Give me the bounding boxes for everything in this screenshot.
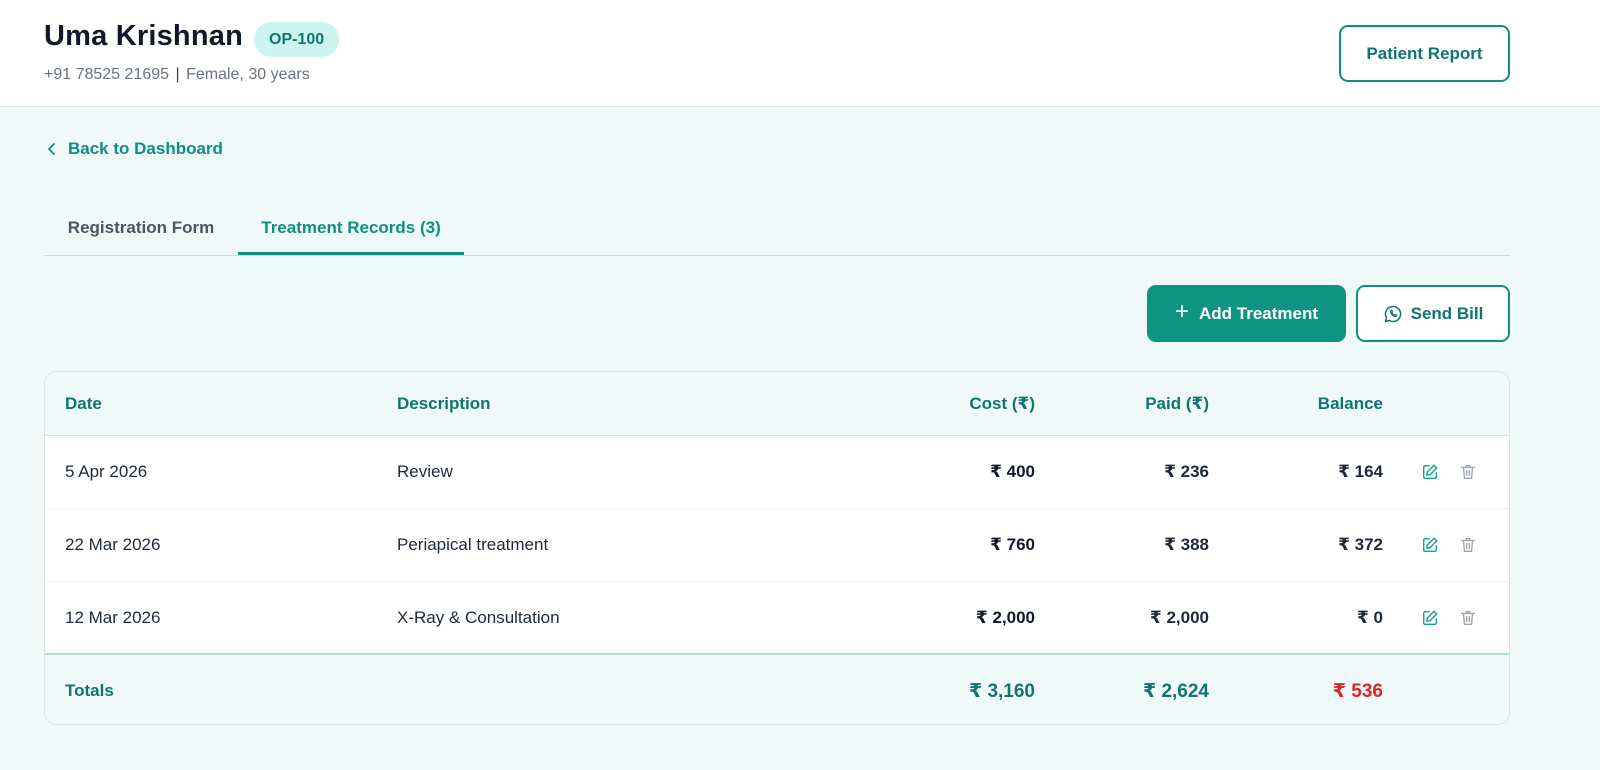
column-header-description: Description	[397, 393, 491, 413]
row-balance: ₹ 0	[1356, 607, 1383, 627]
column-header-cost: Cost (₹)	[969, 393, 1035, 413]
trash-icon[interactable]	[1459, 536, 1477, 554]
edit-icon[interactable]	[1421, 536, 1439, 554]
row-paid: ₹ 236	[1164, 462, 1209, 481]
patient-report-button[interactable]: Patient Report	[1339, 25, 1510, 82]
column-header-paid: Paid (₹)	[1145, 393, 1209, 413]
totals-balance: ₹ 536	[1332, 680, 1383, 702]
send-bill-label: Send Bill	[1410, 303, 1484, 323]
totals-cost: ₹ 3,160	[968, 680, 1035, 702]
row-date: 5 Apr 2026	[65, 462, 148, 481]
row-cost: ₹ 2,000	[975, 607, 1035, 627]
trash-icon[interactable]	[1459, 463, 1477, 481]
patient-name: Uma Krishnan	[44, 20, 243, 52]
row-balance: ₹ 164	[1338, 462, 1383, 481]
row-description: X-Ray & Consultation	[397, 607, 560, 627]
trash-icon[interactable]	[1459, 609, 1477, 627]
row-description: Review	[397, 462, 453, 481]
back-to-dashboard-link[interactable]: Back to Dashboard	[46, 139, 223, 159]
patient-meta: +91 78525 21695 | Female, 30 years	[44, 66, 310, 84]
meta-separator: |	[175, 66, 180, 83]
tab-treatment-records[interactable]: Treatment Records (3)	[238, 200, 464, 255]
plus-icon: +	[1174, 298, 1189, 325]
row-cost: ₹ 400	[990, 462, 1035, 481]
column-header-date: Date	[65, 393, 102, 413]
row-actions	[1421, 582, 1477, 653]
tab-bar: Registration Form Treatment Records (3)	[44, 200, 1510, 256]
patient-header: Uma Krishnan OP-100 +91 78525 21695 | Fe…	[0, 0, 1600, 107]
op-id-badge: OP-100	[254, 22, 340, 57]
patient-details: Female, 30 years	[186, 66, 310, 83]
row-date: 22 Mar 2026	[65, 535, 161, 554]
row-paid: ₹ 2,000	[1149, 607, 1209, 627]
totals-row: Totals ₹ 3,160 ₹ 2,624 ₹ 536	[45, 656, 1509, 724]
table-header-row: Date Description Cost (₹) Paid (₹) Balan…	[45, 372, 1509, 436]
row-date: 12 Mar 2026	[65, 607, 161, 627]
table-row: 22 Mar 2026 Periapical treatment ₹ 760 ₹…	[45, 509, 1509, 582]
table-row: 12 Mar 2026 X-Ray & Consultation ₹ 2,000…	[45, 582, 1509, 655]
chevron-left-icon	[46, 142, 58, 156]
edit-icon[interactable]	[1421, 609, 1439, 627]
totals-paid: ₹ 2,624	[1142, 680, 1209, 702]
totals-label: Totals	[65, 681, 114, 700]
whatsapp-icon	[1383, 304, 1403, 324]
row-description: Periapical treatment	[397, 535, 549, 554]
patient-phone: +91 78525 21695	[44, 66, 170, 83]
row-paid: ₹ 388	[1164, 535, 1209, 554]
treatment-table: Date Description Cost (₹) Paid (₹) Balan…	[44, 371, 1510, 725]
row-cost: ₹ 760	[990, 535, 1035, 554]
row-actions	[1421, 436, 1477, 508]
send-bill-button[interactable]: Send Bill	[1356, 285, 1510, 342]
back-link-label: Back to Dashboard	[68, 139, 223, 158]
row-actions	[1421, 509, 1477, 581]
add-treatment-button[interactable]: + Add Treatment	[1147, 285, 1346, 342]
row-balance: ₹ 372	[1338, 535, 1383, 554]
table-row: 5 Apr 2026 Review ₹ 400 ₹ 236 ₹ 164	[45, 436, 1509, 509]
column-header-balance: Balance	[1317, 393, 1383, 413]
edit-icon[interactable]	[1421, 463, 1439, 481]
tab-registration-form[interactable]: Registration Form	[44, 200, 238, 255]
add-treatment-label: Add Treatment	[1198, 303, 1319, 323]
